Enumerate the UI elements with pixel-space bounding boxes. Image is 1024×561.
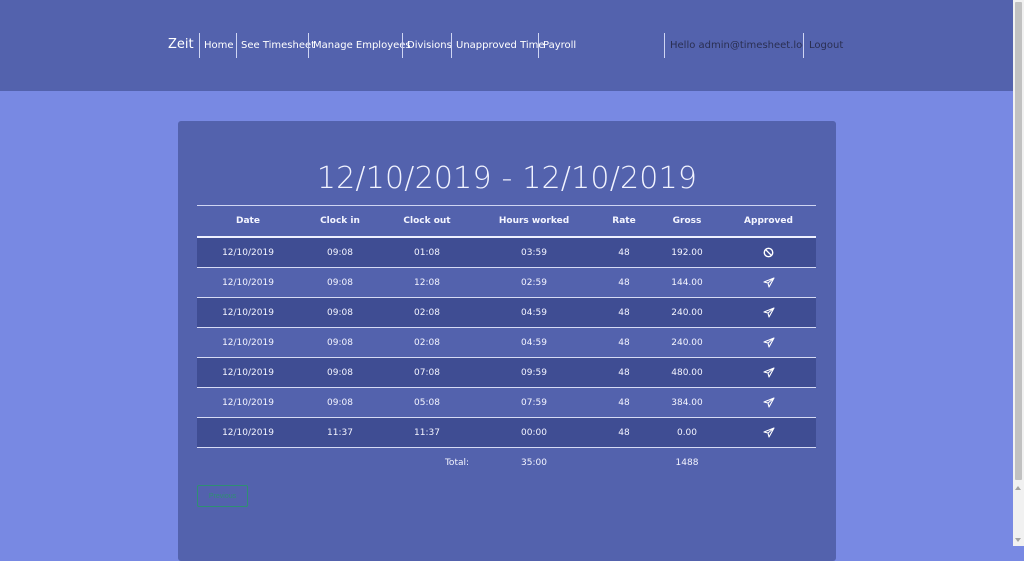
cell-clock-in: 09:08 [327, 307, 353, 318]
total-hours: 35:00 [521, 458, 547, 468]
table-row: 12/10/2019 09:08 07:08 09:59 48 480.00 [197, 358, 816, 388]
table-row: 12/10/2019 11:37 11:37 00:00 48 0.00 [197, 418, 816, 448]
table-row: 12/10/2019 09:08 05:08 07:59 48 384.00 [197, 388, 816, 418]
cell-hours-worked: 00:00 [521, 427, 547, 438]
cell-clock-in: 09:08 [327, 337, 353, 348]
table-row: 12/10/2019 09:08 12:08 02:59 48 144.00 [197, 268, 816, 298]
table-row: 12/10/2019 09:08 02:08 04:59 48 240.00 [197, 328, 816, 358]
table-row: 12/10/2019 09:08 02:08 04:59 48 240.00 [197, 298, 816, 328]
cell-date: 12/10/2019 [222, 247, 274, 258]
cell-clock-in: 09:08 [327, 367, 353, 378]
scroll-down-arrow-icon[interactable] [1015, 538, 1021, 542]
cell-gross: 144.00 [671, 277, 703, 288]
paper-plane-icon[interactable] [721, 328, 816, 357]
cell-date: 12/10/2019 [222, 397, 274, 408]
timesheet-table: Date Clock in Clock out Hours worked Rat… [197, 205, 816, 478]
cell-clock-out: 02:08 [414, 337, 440, 348]
column-header-gross: Gross [672, 216, 702, 226]
table-row: 12/10/2019 09:08 01:08 03:59 48 192.00 [197, 238, 816, 268]
cell-date: 12/10/2019 [222, 367, 274, 378]
cell-clock-in: 11:37 [327, 427, 353, 438]
cell-clock-in: 09:08 [327, 397, 353, 408]
scrollbar-thumb[interactable] [1015, 2, 1022, 480]
cell-hours-worked: 07:59 [521, 397, 547, 408]
nav-manage-employees[interactable]: Manage Employees [308, 33, 411, 58]
total-gross: 1488 [675, 458, 699, 468]
cell-date: 12/10/2019 [222, 337, 274, 348]
logout-link[interactable]: Logout [803, 33, 843, 58]
cell-gross: 240.00 [671, 307, 703, 318]
table-header: Date Clock in Clock out Hours worked Rat… [197, 205, 816, 238]
page-title: 12/10/2019 - 12/10/2019 [316, 161, 698, 196]
cell-clock-out: 07:08 [414, 367, 440, 378]
paper-plane-icon[interactable] [721, 418, 816, 447]
scroll-up-arrow-icon[interactable] [1015, 486, 1021, 490]
cell-rate: 48 [618, 367, 630, 378]
ban-icon[interactable] [721, 238, 816, 267]
cell-clock-out: 05:08 [414, 397, 440, 408]
cell-date: 12/10/2019 [222, 277, 274, 288]
cell-date: 12/10/2019 [222, 427, 274, 438]
paper-plane-icon[interactable] [721, 388, 816, 417]
cell-rate: 48 [618, 337, 630, 348]
column-header-clock-in: Clock in [320, 216, 360, 226]
nav-unapproved-time[interactable]: Unapproved Time [451, 33, 545, 58]
column-header-date: Date [236, 216, 260, 226]
column-header-rate: Rate [612, 216, 636, 226]
nav-see-timesheet[interactable]: See Timesheet [236, 33, 315, 58]
user-greeting: Hello admin@timesheet.local! [664, 33, 803, 58]
cell-date: 12/10/2019 [222, 307, 274, 318]
nav-divisions[interactable]: Divisions [402, 33, 452, 58]
cell-hours-worked: 03:59 [521, 247, 547, 258]
totals-row: Total: 35:00 1488 [197, 448, 816, 478]
navbar: Zeit Home See Timesheet Manage Employees… [0, 0, 1013, 91]
cell-clock-out: 02:08 [414, 307, 440, 318]
vertical-scrollbar[interactable] [1013, 0, 1024, 546]
paper-plane-icon[interactable] [721, 268, 816, 297]
cell-rate: 48 [618, 247, 630, 258]
column-header-clock-out: Clock out [403, 216, 451, 226]
paper-plane-icon[interactable] [721, 358, 816, 387]
previous-button[interactable]: Previous [197, 485, 248, 507]
cell-hours-worked: 09:59 [521, 367, 547, 378]
cell-hours-worked: 04:59 [521, 307, 547, 318]
cell-gross: 384.00 [671, 397, 703, 408]
cell-clock-out: 01:08 [414, 247, 440, 258]
cell-clock-out: 12:08 [414, 277, 440, 288]
cell-gross: 480.00 [671, 367, 703, 378]
column-header-hours-worked: Hours worked [498, 216, 570, 226]
cell-clock-in: 09:08 [327, 277, 353, 288]
cell-rate: 48 [618, 277, 630, 288]
cell-clock-in: 09:08 [327, 247, 353, 258]
brand-link[interactable]: Zeit [168, 37, 194, 52]
cell-rate: 48 [618, 307, 630, 318]
column-header-approved: Approved [744, 216, 793, 226]
cell-hours-worked: 04:59 [521, 337, 547, 348]
cell-rate: 48 [618, 427, 630, 438]
cell-clock-out: 11:37 [414, 427, 440, 438]
cell-hours-worked: 02:59 [521, 277, 547, 288]
cell-gross: 192.00 [671, 247, 703, 258]
cell-gross: 240.00 [671, 337, 703, 348]
timesheet-card: 12/10/2019 - 12/10/2019 Date Clock in Cl… [178, 121, 836, 561]
nav-payroll[interactable]: Payroll [538, 33, 576, 58]
cell-gross: 0.00 [676, 427, 698, 438]
cell-rate: 48 [618, 397, 630, 408]
nav-home[interactable]: Home [199, 33, 234, 58]
paper-plane-icon[interactable] [721, 298, 816, 327]
